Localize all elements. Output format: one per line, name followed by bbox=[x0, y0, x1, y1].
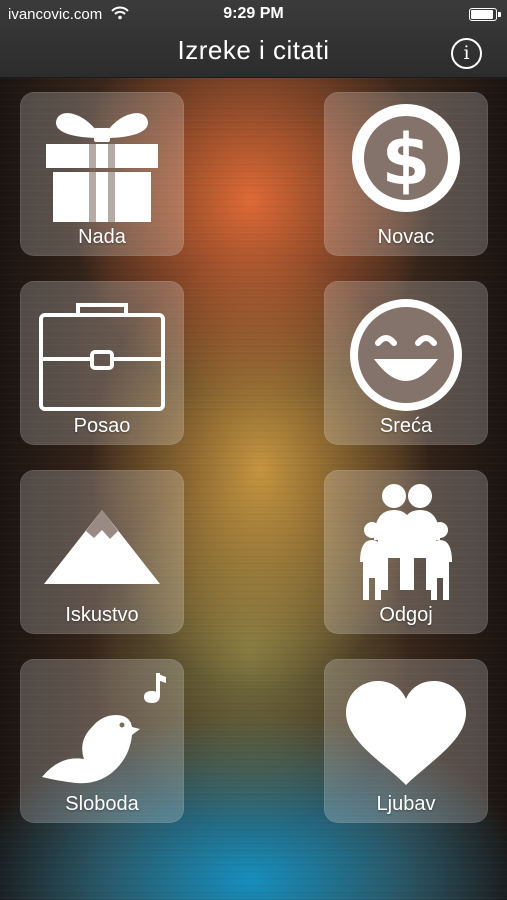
tile-label: Odgoj bbox=[379, 604, 433, 626]
tile-label: Sloboda bbox=[65, 793, 139, 815]
tile-sloboda[interactable]: Sloboda bbox=[20, 659, 184, 823]
tile-label: Sreća bbox=[379, 415, 433, 437]
tile-ljubav[interactable]: Ljubav bbox=[324, 659, 488, 823]
tile-iskustvo[interactable]: Iskustvo bbox=[20, 470, 184, 634]
tile-label: Posao bbox=[73, 415, 131, 437]
navigation-bar: Izreke i citati i bbox=[0, 28, 507, 78]
battery-fill bbox=[471, 10, 493, 19]
svg-text:$: $ bbox=[382, 119, 431, 201]
page-title: Izreke i citati bbox=[177, 35, 330, 65]
info-button[interactable]: i bbox=[451, 38, 482, 69]
tile-label: Novac bbox=[377, 226, 435, 248]
tile-odgoj[interactable]: Odgoj bbox=[324, 470, 488, 634]
tile-novac[interactable]: $ Novac bbox=[324, 92, 488, 256]
battery-icon bbox=[469, 8, 501, 21]
tile-label: Iskustvo bbox=[65, 604, 139, 626]
tile-nada[interactable]: Nada bbox=[20, 92, 184, 256]
top-bar: ivancovic.com 9:29 PM Izreke i citati i bbox=[0, 0, 507, 78]
tile-sreca[interactable]: Sreća bbox=[324, 281, 488, 445]
clock: 9:29 PM bbox=[223, 5, 284, 22]
status-bar: ivancovic.com 9:29 PM bbox=[0, 0, 507, 28]
tile-label: Nada bbox=[78, 226, 126, 248]
tile-posao[interactable]: Posao bbox=[20, 281, 184, 445]
tile-label: Ljubav bbox=[376, 793, 436, 815]
